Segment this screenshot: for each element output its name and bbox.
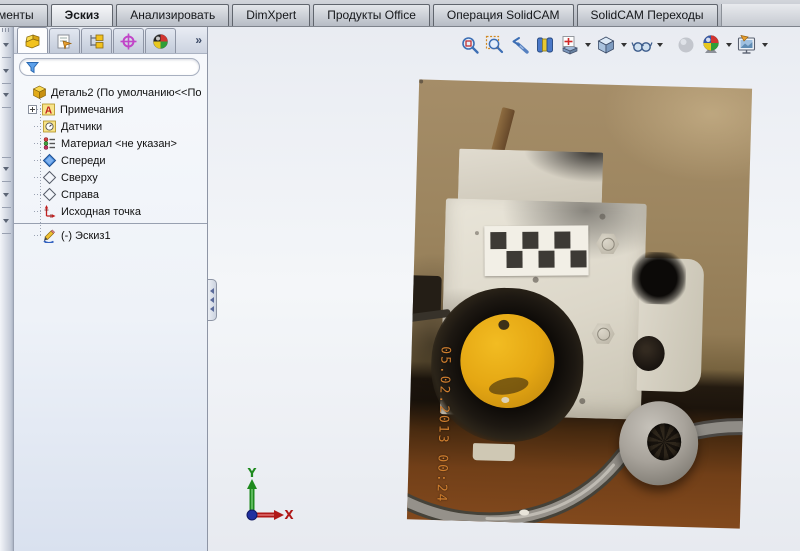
tab-dimxpertmanager[interactable] [113, 28, 144, 53]
previous-view-icon [512, 36, 529, 54]
hide-show-items-button[interactable] [630, 33, 653, 56]
featuremanager-panel: » Деталь2 (По умолчанию<<По A Примечания… [14, 27, 208, 551]
tree-item-sketch1[interactable]: (-) Эскиз1 [14, 227, 207, 244]
toolbar-separator [2, 57, 11, 58]
origin-triad: Y X [246, 466, 294, 522]
tree-item-sensors[interactable]: Датчики [14, 118, 207, 135]
command-manager-tabs: менты Эскиз Анализировать DimXpert Проду… [0, 0, 800, 27]
sketch-icon [43, 229, 56, 243]
tree-item-origin[interactable]: Исходная точка [14, 203, 207, 220]
tabbar-empty-area [720, 4, 800, 26]
dimxpertmanager-icon [120, 33, 137, 49]
material-icon [43, 137, 55, 150]
tree-item-front-plane[interactable]: Спереди [14, 152, 207, 169]
view-orientation-dropdown[interactable] [583, 33, 592, 56]
graphics-area[interactable]: 05.02.2013 00:24 Y X [208, 27, 800, 551]
displaymanager-icon [153, 33, 168, 49]
toolbar-separator [2, 207, 11, 208]
tab-sketch[interactable]: Эскиз [50, 4, 114, 26]
flyout-arrow-icon[interactable] [3, 93, 9, 97]
filter-row [14, 54, 207, 79]
flyout-arrow-icon[interactable] [3, 193, 9, 197]
section-view-icon [536, 37, 553, 52]
tab-solidcam-transitions[interactable]: SolidCAM Переходы [576, 4, 718, 26]
heads-up-toolbar [458, 33, 769, 56]
tab-elements[interactable]: менты [0, 4, 48, 26]
sensors-folder-icon [43, 120, 56, 133]
zoom-to-fit-icon [461, 36, 479, 54]
tree-filter-box[interactable] [19, 58, 200, 76]
display-style-icon [597, 36, 614, 54]
apply-scene-dropdown[interactable] [724, 33, 733, 56]
origin-icon [44, 205, 56, 218]
tree-item-annotations[interactable]: A Примечания [14, 101, 207, 118]
part-icon [32, 85, 47, 99]
expand-plus-icon[interactable] [28, 105, 37, 114]
hide-show-items-icon [630, 41, 653, 52]
tree-item-material[interactable]: Материал <не указан> [14, 135, 207, 152]
edit-appearance-icon [678, 37, 693, 52]
sketch-picture-photo[interactable]: 05.02.2013 00:24 [406, 79, 753, 529]
tab-dimxpert[interactable]: DimXpert [232, 4, 311, 26]
display-style-button[interactable] [594, 33, 617, 56]
zoom-to-area-icon [485, 35, 503, 53]
featuremanager-icon [25, 34, 40, 49]
panel-tab-strip: » [14, 27, 207, 54]
triad-x-label: X [284, 508, 294, 522]
panel-overflow-chevron[interactable]: » [195, 33, 202, 47]
toolbar-separator [2, 157, 11, 158]
rollback-bar[interactable] [14, 223, 207, 224]
annotations-folder-icon: A [42, 103, 55, 117]
section-view-button[interactable] [533, 33, 556, 56]
flyout-arrow-icon[interactable] [3, 167, 9, 171]
filter-funnel-icon [26, 61, 39, 73]
plane-icon [42, 187, 57, 202]
flyout-arrow-icon[interactable] [3, 69, 9, 73]
tree-connector-line [40, 99, 41, 235]
tab-evaluate[interactable]: Анализировать [116, 4, 230, 26]
tree-root-label: Деталь2 (По умолчанию<<По [51, 86, 202, 99]
tab-solidcam-operation[interactable]: Операция SolidCAM [432, 4, 574, 26]
zoom-to-area-button[interactable] [483, 33, 506, 56]
view-settings-dropdown[interactable] [760, 33, 769, 56]
propertymanager-icon [57, 34, 73, 49]
plane-icon [42, 170, 57, 185]
apply-scene-button[interactable] [699, 33, 722, 56]
tab-configurationmanager[interactable] [81, 28, 112, 53]
zoom-to-fit-button[interactable] [458, 33, 481, 56]
triad-y-label: Y [247, 466, 257, 480]
panel-collapse-handle[interactable] [208, 279, 217, 321]
tab-office-products[interactable]: Продукты Office [313, 4, 430, 26]
feature-tree: Деталь2 (По умолчанию<<По A Примечания Д… [14, 79, 207, 244]
toolbar-separator [2, 233, 11, 234]
tab-displaymanager[interactable] [145, 28, 176, 53]
view-orientation-button[interactable] [558, 33, 581, 56]
display-style-dropdown[interactable] [619, 33, 628, 56]
tab-propertymanager[interactable] [49, 28, 80, 53]
view-settings-icon [737, 34, 755, 54]
view-settings-button[interactable] [735, 33, 758, 56]
toolbar-separator [2, 181, 11, 182]
previous-view-button[interactable] [508, 33, 531, 56]
photo-bent-pipe [406, 396, 753, 529]
svg-text:A: A [45, 106, 52, 117]
hide-show-items-dropdown[interactable] [655, 33, 664, 56]
view-orientation-icon [561, 35, 578, 55]
tab-featuremanager[interactable] [17, 27, 48, 53]
flyout-arrow-icon[interactable] [3, 43, 9, 47]
tree-filter-input[interactable] [39, 60, 193, 74]
left-docked-toolbar [0, 27, 14, 551]
tree-item-top-plane[interactable]: Сверху [14, 169, 207, 186]
tree-root-part[interactable]: Деталь2 (По умолчанию<<По [14, 84, 207, 101]
configurationmanager-icon [90, 34, 104, 48]
plane-front-icon [42, 153, 57, 168]
tree-item-right-plane[interactable]: Справа [14, 186, 207, 203]
edit-appearance-button[interactable] [674, 33, 697, 56]
apply-scene-icon [702, 35, 719, 53]
toolbar-separator [2, 107, 11, 108]
toolbar-grip-dots [2, 28, 11, 32]
toolbar-separator [2, 83, 11, 84]
flyout-arrow-icon[interactable] [3, 219, 9, 223]
